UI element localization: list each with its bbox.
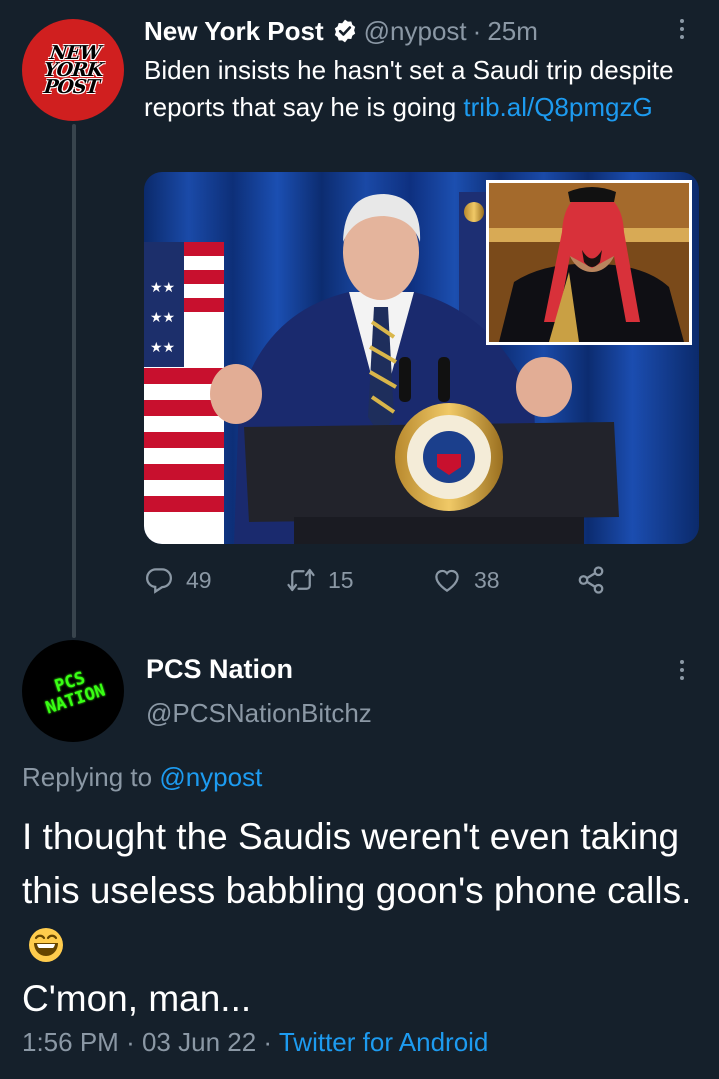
tweet-date[interactable]: 03 Jun 22 xyxy=(142,1027,256,1057)
reply-text-line: I thought the Saudis weren't even taking… xyxy=(22,816,692,911)
share-button[interactable] xyxy=(576,565,618,595)
retweet-icon xyxy=(287,568,315,592)
reply-button[interactable]: 49 xyxy=(144,565,212,595)
separator-dot: · xyxy=(263,1027,273,1057)
thread-line xyxy=(72,124,76,638)
reply-author-name[interactable]: PCS Nation xyxy=(146,654,293,685)
nypost-avatar[interactable]: NEW YORK POST xyxy=(22,19,124,121)
separator-dot: · xyxy=(126,1027,135,1057)
nypost-logo: NEW YORK POST xyxy=(41,42,105,98)
more-icon[interactable] xyxy=(678,660,686,680)
media-image: ★★ ★★ ★★ xyxy=(144,172,699,544)
reply-count: 49 xyxy=(186,566,212,593)
grinning-emoji-icon xyxy=(29,928,63,962)
tweet-meta: 1:56 PM · 03 Jun 22 · Twitter for Androi… xyxy=(22,1027,488,1058)
like-count: 38 xyxy=(474,566,500,593)
tweet1-actions: 49 15 38 xyxy=(144,562,614,598)
replying-to-mention[interactable]: @nypost xyxy=(159,762,262,792)
reply-icon xyxy=(145,568,173,594)
tweet-source-link[interactable]: Twitter for Android xyxy=(279,1027,489,1057)
replying-prefix: Replying to xyxy=(22,762,160,792)
svg-text:★★: ★★ xyxy=(150,310,175,326)
author-handle[interactable]: @nypost xyxy=(364,16,467,47)
separator-dot: · xyxy=(472,15,482,46)
reply-author-handle[interactable]: @PCSNationBitchz xyxy=(146,698,372,729)
svg-text:★★: ★★ xyxy=(150,340,175,356)
pcs-nation-logo: PCS NATION xyxy=(38,664,108,718)
share-icon xyxy=(578,566,604,594)
verified-icon xyxy=(334,19,355,43)
reply-text-line: C'mon, man... xyxy=(22,978,252,1019)
author-name[interactable]: New York Post xyxy=(144,16,324,47)
nypost-logo-line: POST xyxy=(42,75,100,98)
tweet-time[interactable]: 1:56 PM xyxy=(22,1027,119,1057)
tweet-time[interactable]: 25m xyxy=(487,16,538,47)
tweet1-link[interactable]: trib.al/Q8pmgzG xyxy=(463,92,652,122)
tweet1-header: New York Post @nypost · 25m xyxy=(144,14,538,48)
like-button[interactable]: 38 xyxy=(432,565,500,595)
pcs-nation-avatar[interactable]: PCS NATION xyxy=(22,640,124,742)
like-icon xyxy=(435,569,459,592)
replying-to: Replying to @nypost xyxy=(22,762,262,793)
more-icon[interactable] xyxy=(678,19,686,39)
tweet1-text: Biden insists he hasn't set a Saudi trip… xyxy=(144,52,689,126)
reply-text: I thought the Saudis weren't even taking… xyxy=(22,810,702,1026)
tweet-media[interactable]: ★★ ★★ ★★ xyxy=(144,172,699,544)
retweet-button[interactable]: 15 xyxy=(286,565,354,595)
retweet-count: 15 xyxy=(328,566,354,593)
svg-text:★★: ★★ xyxy=(150,280,175,296)
